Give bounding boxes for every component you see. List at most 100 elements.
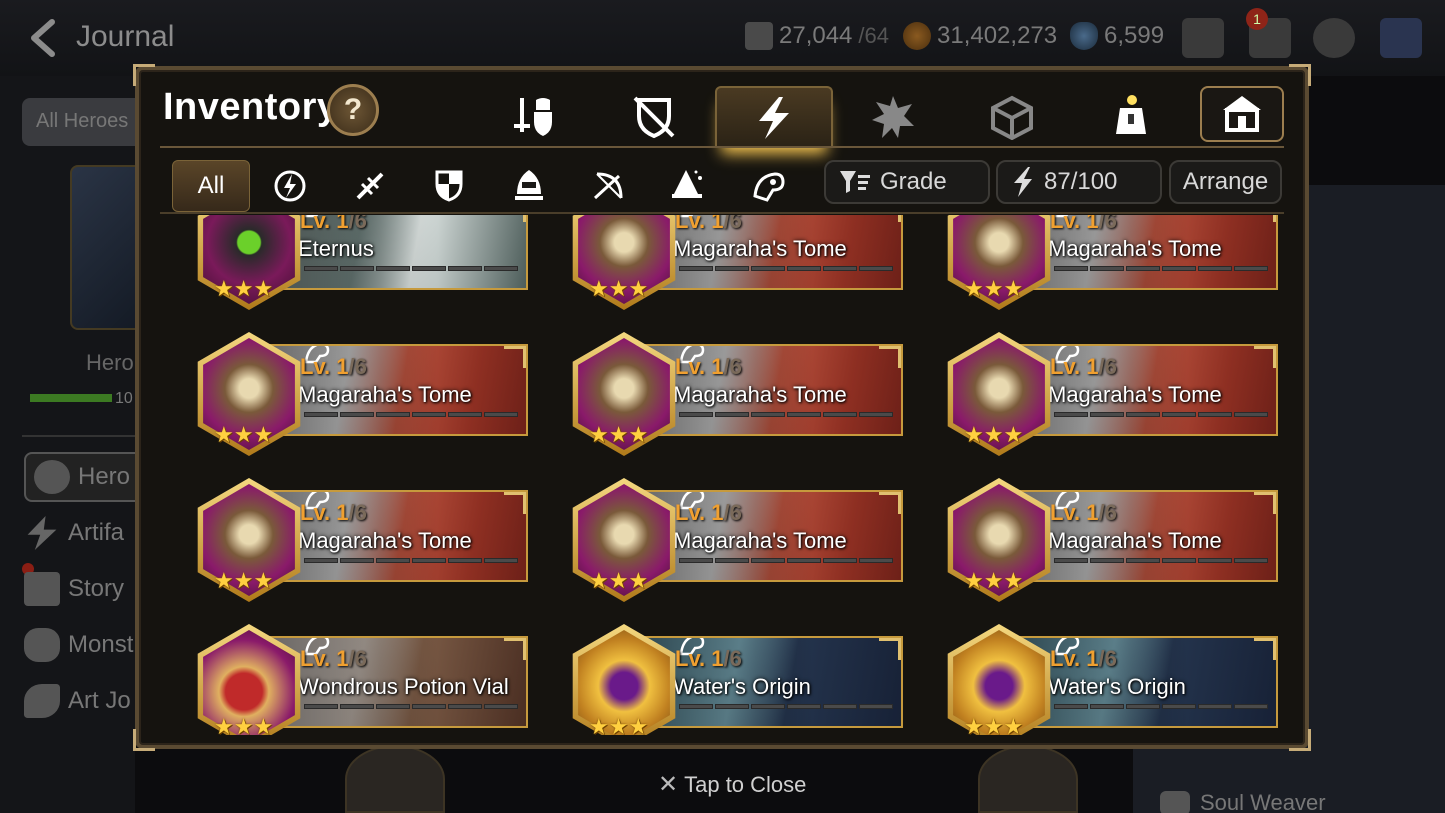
level-max: /6: [723, 215, 742, 233]
enhance-bars: [1054, 558, 1268, 563]
artifact-card[interactable]: Lv. 1/6 Wondrous Potion Vial ★ ★ ★: [176, 624, 528, 735]
mail-badge: 1: [1246, 8, 1268, 30]
artifact-card[interactable]: Lv. 1/6 Magaraha's Tome ★ ★ ★: [926, 332, 1278, 456]
star-icon: ★: [214, 568, 234, 593]
artifact-card[interactable]: Lv. 1/6 Eternus ★ ★ ★: [176, 215, 528, 310]
star-icon: ★: [589, 422, 609, 447]
event-chest-icon[interactable]: [1182, 18, 1224, 58]
tab-bag[interactable]: [1072, 86, 1190, 148]
sort-grade-button[interactable]: Grade: [824, 160, 990, 204]
level-value: Lv. 1: [300, 354, 349, 379]
level-value: Lv. 1: [1050, 215, 1099, 233]
star-icon: ★: [233, 714, 254, 735]
level-max: /6: [723, 646, 742, 671]
filter-thief[interactable]: [490, 160, 568, 212]
tab-divider: [160, 146, 1284, 148]
skystone-value: 6,599: [1104, 22, 1165, 49]
level-value: Lv. 1: [675, 215, 724, 233]
weapon-armor-icon: [514, 98, 552, 136]
star-icon: ★: [964, 422, 984, 447]
level-value: Lv. 1: [300, 500, 349, 525]
enhance-bars: [304, 558, 518, 563]
arrange-button[interactable]: Arrange: [1169, 160, 1282, 204]
storage-button[interactable]: [1200, 86, 1284, 142]
artifact-card[interactable]: Lv. 1/6 Magaraha's Tome ★ ★ ★: [926, 478, 1278, 602]
stamina-max: /64: [858, 23, 889, 48]
star-icon: ★: [983, 422, 1004, 447]
artifact-card[interactable]: Lv. 1/6 Magaraha's Tome ★ ★ ★: [551, 478, 903, 602]
level-value: Lv. 1: [1050, 500, 1099, 525]
star-icon: ★: [253, 422, 274, 447]
nav-divider: [22, 435, 137, 437]
enhance-bars: [1054, 266, 1268, 271]
star-icon: ★: [233, 422, 254, 447]
nav-item-label: Artifa: [68, 519, 125, 546]
level-value: Lv. 1: [300, 215, 349, 233]
enhance-bars: [679, 704, 893, 709]
bag-icon: [1116, 95, 1146, 134]
tab-catalysts[interactable]: [834, 86, 952, 148]
accessory-shield-icon: [633, 96, 675, 139]
filter-mage[interactable]: [649, 160, 727, 212]
artifact-lightning-icon: [1014, 167, 1032, 197]
artifact-card[interactable]: Lv. 1/6 Water's Origin ★ ★ ★: [551, 624, 903, 735]
filter-all[interactable]: All: [172, 160, 250, 212]
artifact-card[interactable]: Lv. 1/6 Magaraha's Tome ★ ★ ★: [926, 215, 1278, 310]
art-journal-icon: [24, 684, 60, 718]
menu-grid-icon[interactable]: [1380, 18, 1422, 58]
star-icon: ★: [628, 568, 649, 593]
level-value: Lv. 1: [675, 646, 724, 671]
artifact-grid[interactable]: Lv. 1/6 Eternus ★ ★ ★ Lv. 1/6 Magaraha's Tome ★…: [160, 215, 1284, 735]
star-icon: ★: [1003, 276, 1024, 301]
story-icon: [24, 572, 60, 606]
corner-ornament: [133, 729, 155, 751]
artifact-level: Lv. 1/6: [300, 215, 367, 234]
star-icon: ★: [253, 714, 274, 735]
tab-artifacts[interactable]: [715, 86, 833, 148]
tab-materials[interactable]: [953, 86, 1071, 148]
chat-icon[interactable]: [1313, 18, 1355, 58]
corner-ornament: [1254, 215, 1276, 222]
star-rating: ★ ★ ★: [964, 276, 1023, 302]
gold-coin-icon: [903, 22, 931, 50]
filter-warrior[interactable]: [331, 160, 409, 212]
artifact-card[interactable]: Lv. 1/6 Magaraha's Tome ★ ★ ★: [176, 332, 528, 456]
level-value: Lv. 1: [1050, 646, 1099, 671]
artifact-level: Lv. 1/6: [675, 500, 742, 526]
level-max: /6: [348, 354, 367, 379]
artifact-card[interactable]: Lv. 1/6 Water's Origin ★ ★ ★: [926, 624, 1278, 735]
artifact-name: Magaraha's Tome: [673, 528, 847, 553]
star-icon: ★: [608, 276, 629, 301]
artifact-card[interactable]: Lv. 1/6 Magaraha's Tome ★ ★ ★: [551, 332, 903, 456]
filter-knight[interactable]: [251, 160, 329, 212]
stamina-counter: 27,044/64: [745, 22, 889, 50]
enhance-bars: [304, 412, 518, 417]
tab-equipment[interactable]: [476, 86, 594, 148]
filter-soul-weaver[interactable]: [730, 160, 808, 212]
star-rating: ★ ★ ★: [964, 422, 1023, 448]
star-icon: ★: [964, 714, 984, 735]
tab-accessories[interactable]: [595, 86, 713, 148]
artifact-icon: [27, 516, 57, 550]
filter-ranger[interactable]: [570, 160, 648, 212]
page-title: Journal: [76, 20, 175, 53]
artifact-level: Lv. 1/6: [1050, 646, 1117, 672]
star-icon: ★: [1003, 714, 1024, 735]
tap-to-close-button[interactable]: ✕ Tap to Close: [658, 770, 806, 799]
skystone-icon: [1070, 22, 1098, 50]
star-icon: ★: [964, 276, 984, 301]
catalyst-icon: [872, 96, 914, 138]
artifact-card[interactable]: Lv. 1/6 Magaraha's Tome ★ ★ ★: [551, 215, 903, 310]
corner-ornament: [504, 215, 526, 222]
filter-defense[interactable]: [410, 160, 488, 212]
back-arrow-icon[interactable]: [22, 16, 66, 60]
artifact-level: Lv. 1/6: [1050, 215, 1117, 234]
star-rating: ★ ★ ★: [214, 422, 273, 448]
help-button[interactable]: ?: [327, 84, 379, 136]
artifact-card[interactable]: Lv. 1/6 Magaraha's Tome ★ ★ ★: [176, 478, 528, 602]
enhance-bars: [1054, 412, 1268, 417]
artifact-name: Wondrous Potion Vial: [298, 674, 509, 699]
level-max: /6: [723, 354, 742, 379]
storage-house-icon: [1223, 96, 1261, 132]
monster-icon: [24, 628, 60, 662]
